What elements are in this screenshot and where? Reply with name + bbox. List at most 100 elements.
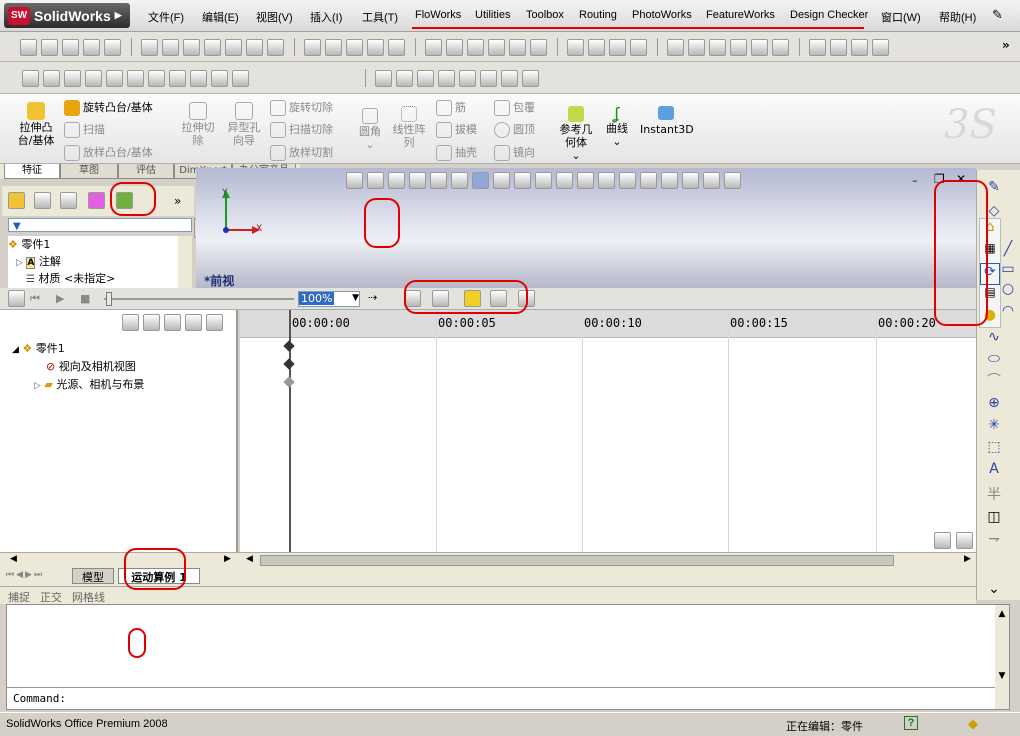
hole-wizard-button[interactable]: 异型孔 向导 bbox=[222, 102, 266, 147]
sheetmetal-icon[interactable] bbox=[567, 38, 584, 56]
interference-icon[interactable] bbox=[872, 38, 889, 56]
edge-flange-icon[interactable] bbox=[609, 38, 626, 56]
save-animation-icon[interactable] bbox=[404, 290, 421, 307]
menu-view[interactable]: 视图(V) bbox=[256, 9, 293, 25]
motion-tree-item-camera[interactable]: ⊘ 视向及相机视图 bbox=[46, 358, 136, 374]
close-icon[interactable]: ✕ bbox=[956, 172, 966, 186]
menu-utilities[interactable]: Utilities bbox=[475, 9, 510, 21]
brush-icon[interactable] bbox=[501, 69, 518, 87]
pushpin-icon[interactable]: ✎ bbox=[992, 8, 1003, 23]
weldment-icon[interactable] bbox=[667, 38, 684, 56]
end-cap-icon[interactable] bbox=[730, 38, 747, 56]
hem-icon[interactable] bbox=[630, 38, 647, 56]
command-prompt[interactable]: Command: bbox=[13, 692, 66, 705]
isometric-view-icon[interactable] bbox=[619, 172, 636, 189]
view-settings-icon[interactable] bbox=[724, 172, 741, 189]
solidworks-logo[interactable]: SW SolidWorks ▶ bbox=[4, 3, 130, 28]
sketch-pen-icon[interactable]: ✎ bbox=[985, 180, 1003, 194]
previous-view-icon[interactable] bbox=[388, 172, 405, 189]
left-view-icon[interactable] bbox=[535, 172, 552, 189]
edit-icon[interactable] bbox=[204, 38, 221, 56]
tab-nav-icons[interactable]: ⏮◀▶⏭ bbox=[6, 570, 44, 580]
extrude-boss-button[interactable]: 拉伸凸 台/基体 bbox=[14, 102, 58, 147]
copy-icon[interactable] bbox=[183, 38, 200, 56]
appearance-icon[interactable] bbox=[682, 172, 699, 189]
menu-featureworks[interactable]: FeatureWorks bbox=[706, 9, 775, 21]
text-icon[interactable]: A bbox=[985, 462, 1003, 476]
block-icon[interactable] bbox=[106, 69, 123, 87]
grid-toggle[interactable]: 网格线 bbox=[72, 589, 105, 605]
lattice-icon[interactable] bbox=[169, 69, 186, 87]
cluster-icon[interactable] bbox=[459, 69, 476, 87]
magic-wand-icon[interactable] bbox=[162, 38, 179, 56]
mesh-icon[interactable] bbox=[148, 69, 165, 87]
section-view-icon[interactable] bbox=[451, 172, 468, 189]
play-icon[interactable]: ▶ bbox=[56, 292, 64, 305]
playback-speed-select[interactable]: 100% ▼ bbox=[298, 291, 360, 307]
menu-photoworks[interactable]: PhotoWorks bbox=[632, 9, 692, 21]
menu-routing[interactable]: Routing bbox=[579, 9, 617, 21]
centerline-icon[interactable]: ✳ bbox=[985, 418, 1003, 432]
graphics-area[interactable]: – ❐ ✕ Y X *前视 bbox=[196, 168, 976, 288]
snap-toggle[interactable]: 捕捉 bbox=[8, 589, 30, 605]
zoom-in-icon[interactable] bbox=[934, 532, 951, 549]
minimize-icon[interactable]: – bbox=[912, 174, 918, 187]
spline-icon[interactable]: ∿ bbox=[985, 330, 1003, 344]
dimxpert-manager-icon[interactable] bbox=[88, 192, 105, 209]
pour-icon[interactable] bbox=[438, 69, 455, 87]
menu-window[interactable]: 窗口(W) bbox=[881, 9, 921, 25]
collapse-tree-icon[interactable] bbox=[206, 314, 223, 331]
surface-sweep-icon[interactable] bbox=[388, 38, 405, 56]
draft-analysis-icon[interactable] bbox=[530, 38, 547, 56]
construction-icon[interactable]: ⬚ bbox=[985, 440, 1003, 454]
sweep-cut-button[interactable]: 扫描切除 bbox=[270, 122, 333, 138]
sketch-spline-icon[interactable] bbox=[41, 38, 58, 56]
mirror-button[interactable]: 镜向 bbox=[494, 145, 535, 161]
menu-design-checker[interactable]: Design Checker bbox=[790, 9, 868, 21]
zoom-area-icon[interactable] bbox=[367, 172, 384, 189]
shell-button[interactable]: 抽壳 bbox=[436, 145, 477, 161]
reference-geometry-dropdown-icon[interactable]: ⌄ bbox=[556, 149, 596, 162]
zoom-out-icon[interactable] bbox=[956, 532, 973, 549]
explode-icon[interactable] bbox=[851, 38, 868, 56]
filter-animated-icon[interactable] bbox=[122, 314, 139, 331]
doc-icon[interactable] bbox=[417, 69, 434, 87]
revolve-cut-button[interactable]: 旋转切除 bbox=[270, 100, 333, 116]
filter-driving-icon[interactable] bbox=[143, 314, 160, 331]
file-explorer-icon[interactable]: ⟳ bbox=[980, 263, 1000, 285]
command-scrollbar[interactable]: ▲ ▼ bbox=[995, 605, 1009, 709]
cavity-icon[interactable] bbox=[488, 38, 505, 56]
linear-pattern-button[interactable]: 线性阵 列 bbox=[388, 106, 430, 149]
calculate-icon[interactable] bbox=[8, 290, 25, 307]
wrap-button[interactable]: 包覆 bbox=[494, 100, 535, 116]
restore-icon[interactable]: ❐ bbox=[934, 172, 945, 186]
sweep-button[interactable]: 扫描 bbox=[64, 122, 105, 138]
view-palette-icon[interactable]: ▤ bbox=[980, 285, 1000, 307]
motion-tree-item-lights[interactable]: ▷ ▰ 光源、相机与布景 bbox=[34, 376, 144, 392]
tab-features[interactable]: 特征 bbox=[4, 164, 60, 179]
display-style-icon[interactable] bbox=[640, 172, 657, 189]
loft-cut-button[interactable]: 放样切割 bbox=[270, 145, 333, 161]
options-icon[interactable] bbox=[267, 38, 284, 56]
menu-floworks[interactable]: FloWorks bbox=[415, 9, 461, 21]
rectangle-icon[interactable]: ▭ bbox=[999, 262, 1017, 276]
feature-tree-icon[interactable] bbox=[8, 192, 25, 209]
base-flange-icon[interactable] bbox=[588, 38, 605, 56]
bottom-view-icon[interactable] bbox=[598, 172, 615, 189]
expand-icon[interactable]: ▷ bbox=[16, 258, 23, 268]
key-point[interactable] bbox=[283, 376, 295, 388]
reference-geometry-button[interactable]: 参考几 何体 ⌄ bbox=[556, 106, 596, 162]
scroll-left-icon[interactable]: ◀ bbox=[10, 554, 17, 564]
design-library-icon[interactable]: ▦ bbox=[980, 241, 1000, 263]
tree-scrollbar[interactable] bbox=[178, 236, 192, 288]
motion-tree-root[interactable]: ◢ ❖ 零件1 bbox=[12, 340, 65, 356]
solid-icon[interactable] bbox=[190, 69, 207, 87]
trim-extend-icon[interactable] bbox=[772, 38, 789, 56]
rotate-icon[interactable] bbox=[430, 172, 447, 189]
home-icon[interactable]: ⌂ bbox=[980, 219, 1000, 241]
part-icon[interactable] bbox=[375, 69, 392, 87]
toolbar-more-icon[interactable]: ⌄ bbox=[985, 582, 1003, 596]
smart-dimension-icon[interactable]: ◇ bbox=[985, 204, 1003, 218]
split-icon[interactable] bbox=[509, 38, 526, 56]
curves-button[interactable]: ʆ 曲线 ⌄ bbox=[602, 106, 632, 149]
